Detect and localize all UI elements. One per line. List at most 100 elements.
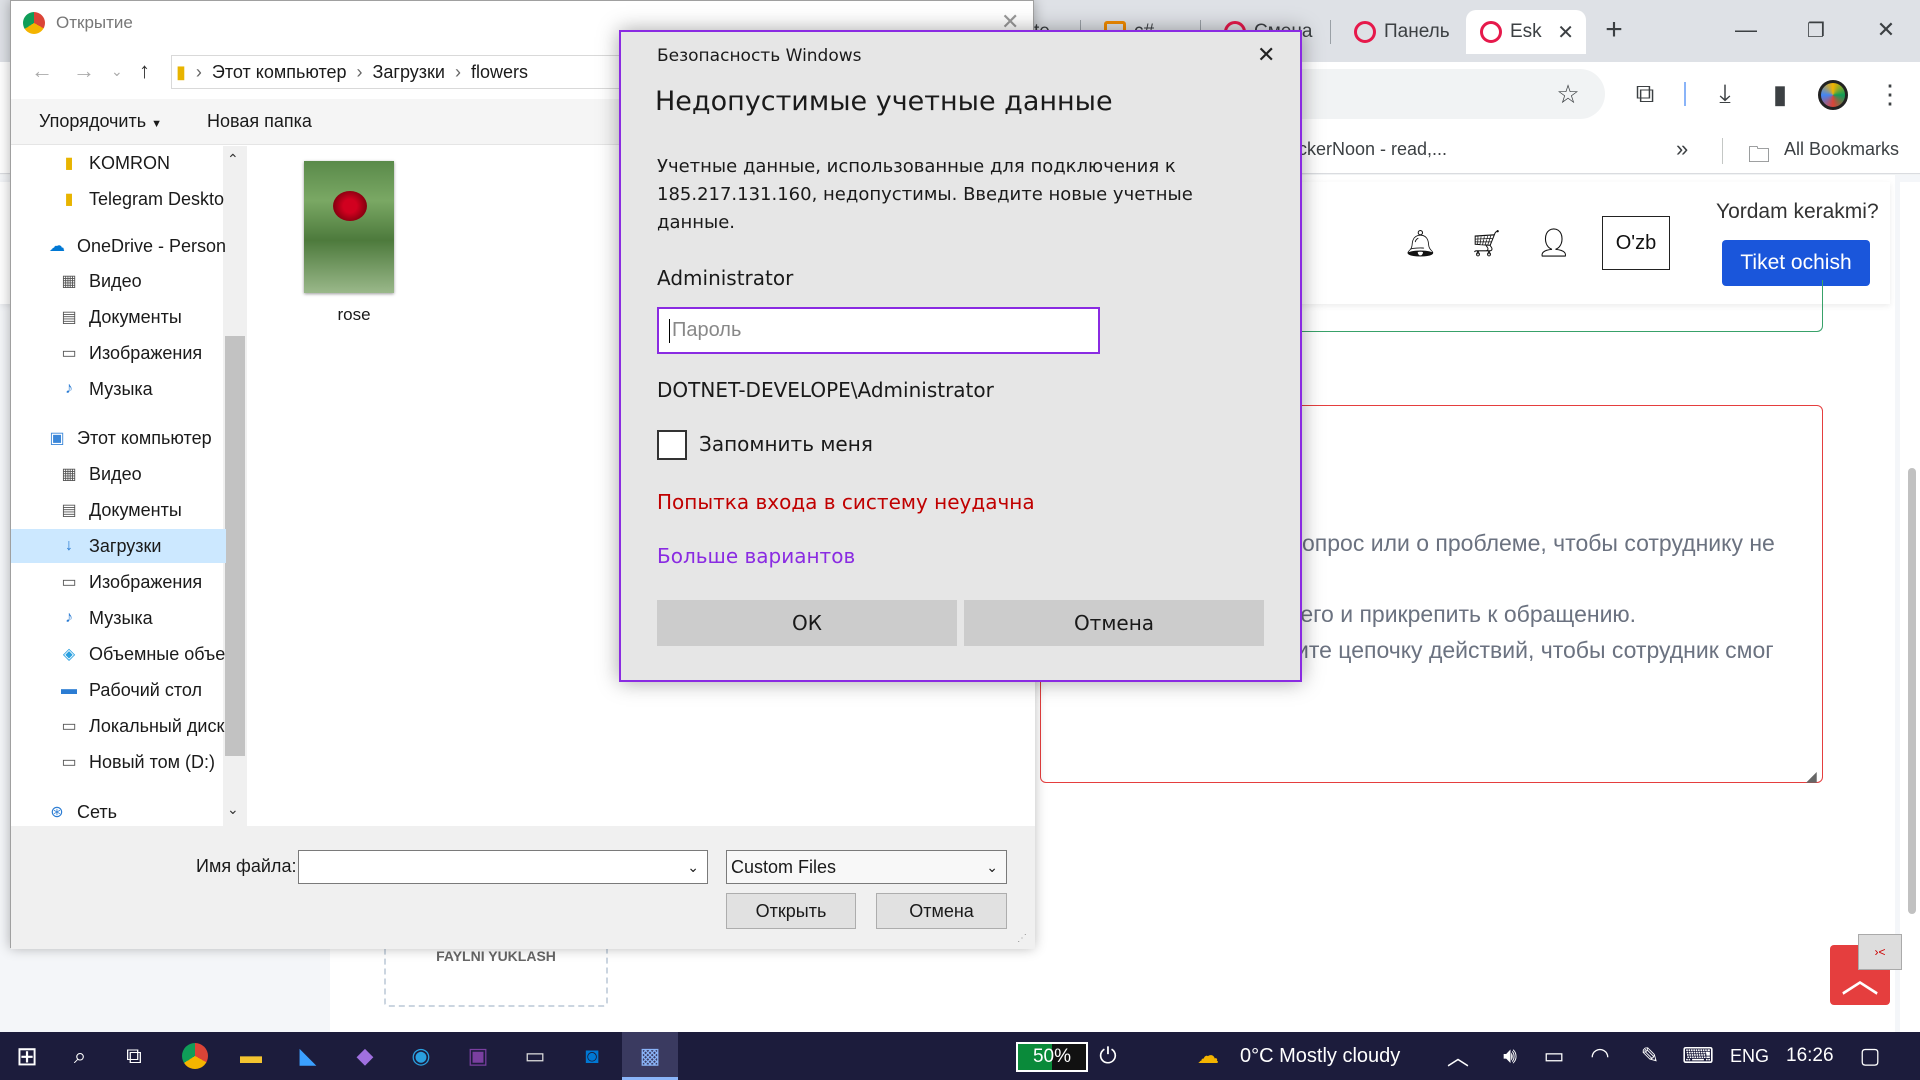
outlook-icon[interactable]: ◙	[572, 1036, 612, 1076]
sidebar-item[interactable]: ▭ Изображения	[11, 565, 226, 599]
sidebar-item[interactable]: ☁ OneDrive - Person	[11, 229, 226, 263]
ok-button[interactable]: ОК	[657, 600, 957, 646]
password-input[interactable]: Пароль	[657, 307, 1100, 354]
chrome-icon[interactable]	[182, 1043, 208, 1069]
file-item[interactable]: rose	[304, 161, 394, 325]
sidebar-item[interactable]: ▭ Локальный диск	[11, 709, 226, 743]
sidebar-item[interactable]: ♪ Музыка	[11, 372, 226, 406]
help-text: Yordam kerakmi?	[1716, 200, 1879, 223]
open-button[interactable]: Открыть	[726, 893, 856, 929]
file-explorer-icon[interactable]: ▬	[231, 1036, 271, 1076]
bookmark-item[interactable]: ckerNoon - read,...	[1298, 139, 1447, 160]
sidebar-item[interactable]: ▬ Рабочий стол	[11, 673, 226, 707]
keyboard-icon[interactable]: ⌨	[1678, 1036, 1718, 1076]
wifi-icon[interactable]: ◠	[1580, 1036, 1620, 1076]
video-icon: ▦	[61, 466, 77, 483]
forward-arrow-icon[interactable]: →	[73, 58, 95, 84]
remember-label[interactable]: Запомнить меня	[699, 432, 873, 456]
telegram-icon[interactable]: ◉	[401, 1036, 441, 1076]
more-bookmarks-icon[interactable]: »	[1676, 136, 1688, 162]
volume-icon[interactable]: 🔊︎	[1490, 1036, 1530, 1076]
filename-input[interactable]: ⌄	[298, 850, 708, 884]
weather-icon[interactable]: ☁	[1188, 1036, 1228, 1076]
breadcrumb[interactable]: ▮ › Этот компьютер › Загрузки › flowers	[171, 55, 631, 89]
page-scroll-thumb[interactable]	[1908, 468, 1916, 914]
caret-down-icon: ▼	[151, 118, 163, 130]
extensions-icon[interactable]: ⧉	[1625, 74, 1665, 114]
clock[interactable]: 16:26	[1786, 1032, 1834, 1080]
more-options-link[interactable]: Больше вариантов	[657, 544, 855, 568]
sidebar-item[interactable]: ▣ Этот компьютер	[11, 421, 226, 455]
breadcrumb-item[interactable]: flowers	[471, 62, 528, 83]
sidebar-item[interactable]: ♪ Музыка	[11, 601, 226, 635]
remote-desktop-icon[interactable]: ▩	[630, 1036, 670, 1076]
sidebar-item[interactable]: ▤ Документы	[11, 493, 226, 527]
up-arrow-icon[interactable]: ↑	[139, 58, 150, 84]
scroll-down-icon[interactable]: ⌄	[227, 801, 239, 818]
resize-grip-icon[interactable]: ⋰	[1017, 933, 1027, 944]
sidebar-item[interactable]: ↓ Загрузки	[11, 529, 226, 563]
profile-avatar[interactable]	[1818, 80, 1848, 110]
cancel-button[interactable]: Отмена	[964, 600, 1264, 646]
sidebar-item[interactable]: ▮ KOMRON	[11, 146, 226, 180]
3d-objects-icon: ◈	[62, 646, 76, 663]
sidebar-item[interactable]: ▭ Новый том (D:)	[11, 745, 226, 779]
sidebar-scroll-thumb[interactable]	[225, 336, 245, 756]
sidebar-item-label: Изображения	[89, 571, 203, 592]
tab-close-icon[interactable]: ✕	[1557, 20, 1574, 45]
cmd-icon[interactable]: ▭	[515, 1036, 555, 1076]
back-arrow-icon[interactable]: ←	[31, 58, 53, 84]
menu-icon[interactable]: ⋮	[1870, 74, 1910, 114]
history-dropdown-icon[interactable]: ⌄	[111, 63, 123, 80]
close-window-icon[interactable]: ✕	[1866, 10, 1906, 50]
tab-4[interactable]: Панель	[1340, 10, 1460, 54]
language-indicator[interactable]: ENG	[1730, 1032, 1769, 1080]
chevron-up-icon[interactable]: ︿	[1438, 1036, 1478, 1076]
visual-studio-icon[interactable]: ◆	[345, 1036, 385, 1076]
sidebar-item[interactable]: ▦ Видео	[11, 264, 226, 298]
language-button[interactable]: O'zb	[1602, 216, 1670, 270]
overlay-widget-icon[interactable]: ›<	[1858, 934, 1902, 970]
star-icon[interactable]: ☆	[1548, 74, 1588, 114]
new-folder-button[interactable]: Новая папка	[207, 111, 312, 132]
side-panel-icon[interactable]: ▮	[1760, 74, 1800, 114]
breadcrumb-item[interactable]: Этот компьютер	[212, 62, 347, 83]
cart-icon[interactable]: 🛒︎	[1470, 228, 1503, 259]
all-bookmarks[interactable]: All Bookmarks	[1784, 139, 1899, 160]
task-view-icon[interactable]: ⧉	[114, 1036, 154, 1076]
close-icon[interactable]: ✕	[1257, 42, 1275, 68]
terminal-app-icon[interactable]: ▣	[458, 1036, 498, 1076]
battery-indicator[interactable]: 50%	[1016, 1042, 1088, 1072]
chevron-down-icon[interactable]: ⌄	[687, 859, 699, 876]
sidebar-item[interactable]: ▦ Видео	[11, 457, 226, 491]
bell-icon[interactable]: 🔔︎	[1404, 228, 1437, 259]
tab-favicon-icon	[1480, 21, 1502, 43]
search-icon[interactable]: ⌕	[60, 1036, 100, 1076]
sidebar-item[interactable]: ◈ Объемные объе	[11, 637, 226, 671]
remember-checkbox[interactable]	[657, 430, 687, 460]
vscode-icon[interactable]: ◣	[288, 1036, 328, 1076]
user-icon[interactable]: 👤︎	[1536, 226, 1572, 259]
video-icon: ▦	[61, 273, 77, 290]
restore-icon[interactable]: ❐	[1796, 10, 1836, 50]
download-icon[interactable]: ⤓	[1705, 74, 1745, 114]
organize-button[interactable]: Упорядочить ▼	[39, 111, 162, 132]
weather-text[interactable]: 0°C Mostly cloudy	[1240, 1032, 1400, 1080]
scroll-up-icon[interactable]: ⌃	[227, 151, 239, 168]
minimize-icon[interactable]: —	[1726, 10, 1766, 50]
tab-5-active[interactable]: Esk ✕	[1466, 10, 1586, 54]
battery-icon[interactable]: ▭	[1534, 1036, 1574, 1076]
pen-icon[interactable]: ✎	[1630, 1036, 1670, 1076]
sidebar-item[interactable]: ▮ Telegram Deskto	[11, 182, 226, 216]
filetype-select[interactable]: Custom Files ⌄	[726, 850, 1007, 884]
breadcrumb-item[interactable]: Загрузки	[373, 62, 445, 83]
windows-start-icon[interactable]: ⊞	[7, 1036, 47, 1076]
notifications-icon[interactable]: ▢	[1850, 1036, 1890, 1076]
resize-handle-icon[interactable]: ◢	[1806, 768, 1817, 785]
description-line: ите цепочку действий, чтобы сотрудник см…	[1296, 637, 1774, 663]
new-tab-icon[interactable]: +	[1594, 10, 1634, 50]
sidebar-item[interactable]: ▤ Документы	[11, 300, 226, 334]
sidebar-item[interactable]: ⊛ Сеть	[11, 795, 226, 829]
sidebar-item[interactable]: ▭ Изображения	[11, 336, 226, 370]
cancel-button[interactable]: Отмена	[876, 893, 1007, 929]
